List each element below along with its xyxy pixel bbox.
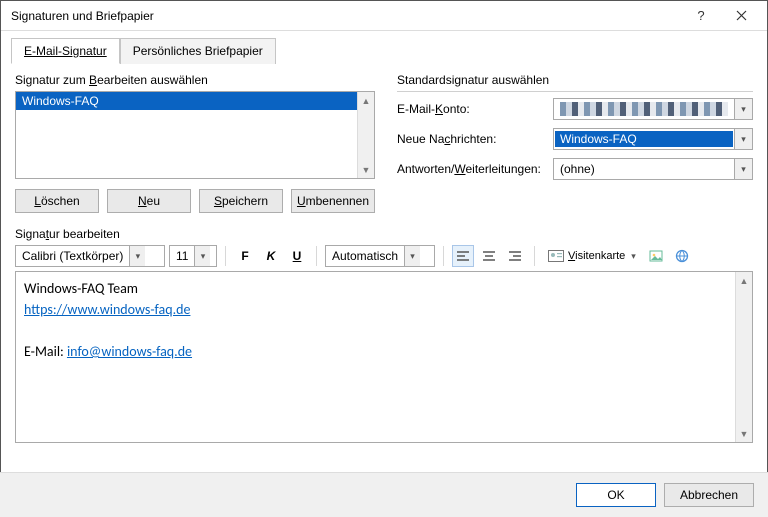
chevron-down-icon: ▾ [129,246,145,266]
scrollbar[interactable]: ▲ ▼ [357,92,374,178]
font-size-dropdown[interactable]: 11 ▾ [169,245,217,267]
align-right-button[interactable] [504,245,526,267]
email-account-value [560,102,728,116]
new-messages-label: Neue Nachrichten: [397,132,547,146]
save-button[interactable]: Speichern [199,189,283,213]
signature-editor[interactable]: Windows-FAQ Team https://www.windows-faq… [16,272,735,442]
tab-stationery[interactable]: Persönliches Briefpapier [120,38,276,64]
editor-link[interactable]: https://www.windows-faq.de [24,301,190,318]
signature-list[interactable]: Windows-FAQ ▲ ▼ [15,91,375,179]
insert-image-button[interactable] [645,245,667,267]
chevron-down-icon: ▾ [194,246,210,266]
new-messages-value: Windows-FAQ [555,131,733,147]
tab-email-signature[interactable]: E-Mail-Signatur [11,38,120,64]
underline-button[interactable]: U [286,245,308,267]
scrollbar[interactable]: ▲ ▼ [735,272,752,442]
editor-toolbar: Calibri (Textkörper) ▾ 11 ▾ F K U Automa… [15,245,753,267]
email-account-label: E-Mail-Konto: [397,102,547,116]
chevron-down-icon: ▾ [734,129,752,149]
bold-button[interactable]: F [234,245,256,267]
delete-button[interactable]: Löschen [15,189,99,213]
business-card-button[interactable]: Visitenkarte ▾ [543,246,641,266]
rename-button[interactable]: Umbenennen [291,189,375,213]
new-button[interactable]: Neu [107,189,191,213]
editor-line: E-Mail: [24,343,67,360]
default-signature-label: Standardsignatur auswählen [397,73,753,87]
editor-link[interactable]: info@windows-faq.de [67,343,192,360]
replies-value: (ohne) [554,162,734,176]
help-button[interactable]: ? [681,2,721,30]
font-family-dropdown[interactable]: Calibri (Textkörper) ▾ [15,245,165,267]
window-title: Signaturen und Briefpapier [11,9,681,23]
image-icon [649,249,663,263]
close-icon [736,10,747,21]
signature-list-item[interactable]: Windows-FAQ [16,92,357,110]
align-center-button[interactable] [478,245,500,267]
email-account-dropdown[interactable]: ▾ [553,98,753,120]
scroll-down-icon[interactable]: ▼ [736,425,752,442]
replies-dropdown[interactable]: (ohne) ▾ [553,158,753,180]
new-messages-dropdown[interactable]: Windows-FAQ ▾ [553,128,753,150]
font-color-dropdown[interactable]: Automatisch ▾ [325,245,435,267]
scroll-up-icon[interactable]: ▲ [358,92,374,109]
insert-link-button[interactable] [671,245,693,267]
ok-button[interactable]: OK [576,483,656,507]
chevron-down-icon: ▾ [734,99,752,119]
chevron-down-icon: ▾ [734,159,752,179]
close-button[interactable] [721,2,761,30]
vcard-icon [548,249,564,263]
link-icon [675,249,689,263]
replies-label: Antworten/Weiterleitungen: [397,162,547,176]
editor-line: Windows-FAQ Team [24,278,727,299]
cancel-button[interactable]: Abbrechen [664,483,754,507]
chevron-down-icon: ▾ [404,246,420,266]
align-left-button[interactable] [452,245,474,267]
select-signature-label: Signatur zum Bearbeiten auswählen [15,73,375,87]
edit-signature-label: Signatur bearbeiten [15,227,753,241]
scroll-up-icon[interactable]: ▲ [736,272,752,289]
italic-button[interactable]: K [260,245,282,267]
scroll-down-icon[interactable]: ▼ [358,161,374,178]
